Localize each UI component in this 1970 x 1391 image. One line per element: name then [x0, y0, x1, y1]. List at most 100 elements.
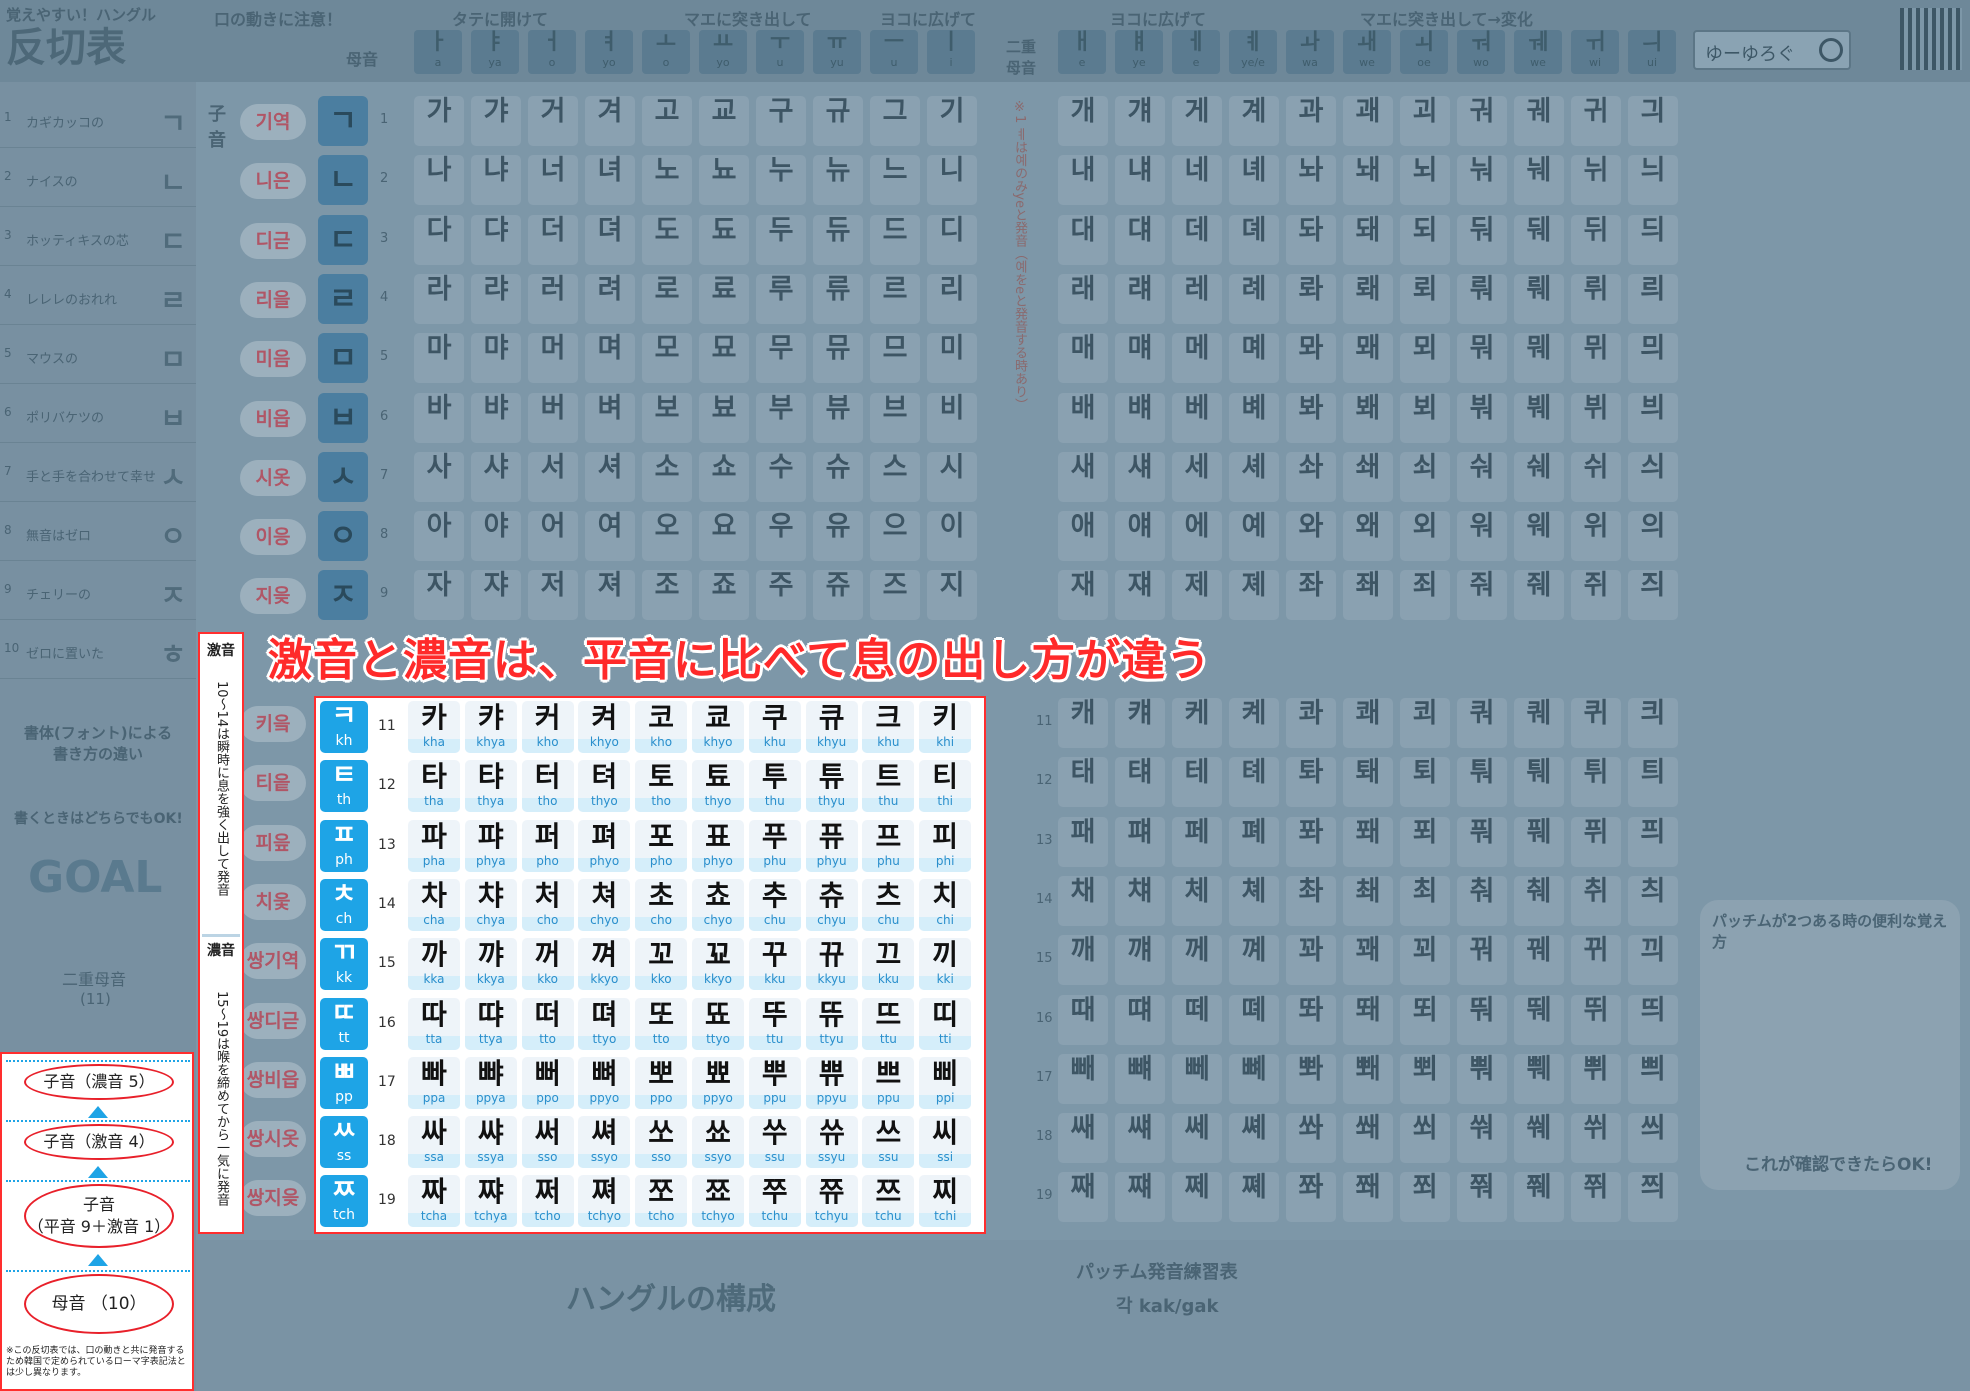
- syllable-cell: 셔: [585, 451, 635, 502]
- flow-step-heion: 子音 （平音 9＋激音 1）: [24, 1184, 174, 1248]
- syllable-cell: 뭬: [1514, 333, 1564, 384]
- syllable-cell: 위: [1571, 511, 1621, 562]
- vowel-header-21: ㅢ ui: [1628, 30, 1676, 74]
- syllable-cell: 조: [642, 570, 692, 621]
- syllable-cell: 뇨: [699, 155, 749, 206]
- syllable-glyph: 뛰: [1583, 994, 1609, 1026]
- syllable-glyph: 추: [761, 878, 788, 912]
- syllable-glyph: 둬: [1469, 214, 1495, 246]
- syllable-glyph: 줴: [1526, 570, 1552, 602]
- syllable-cell: 쁘 ppu: [862, 1056, 915, 1109]
- consonant-box: ㄴ: [318, 155, 368, 206]
- syllable-glyph: 퀴: [1583, 698, 1609, 729]
- left-row-mnemonic: ナイスの: [26, 175, 78, 190]
- consonant-glyph: ㅋ: [331, 701, 357, 732]
- syllable-cell: 베: [1172, 392, 1222, 443]
- syllable-roman: khyo: [703, 735, 733, 749]
- syllable-glyph: 쐐: [1355, 1113, 1381, 1145]
- syllable-cell: 매: [1058, 333, 1108, 384]
- syllable-cell: 뤄: [1457, 273, 1507, 324]
- vowel-roman: a: [434, 56, 442, 69]
- vowel-roman: e: [1078, 56, 1086, 69]
- consonant-badge: ㅃ pp: [320, 1056, 368, 1109]
- syllable-cell: 샤: [471, 451, 521, 502]
- vowel-header-18: ㅝ wo: [1457, 30, 1505, 74]
- syllable-cell: 네: [1172, 155, 1222, 206]
- gekion-text: 10〜14は瞬時に息を強く出して発音: [214, 681, 229, 897]
- row-number: 7: [380, 467, 389, 483]
- syllable-glyph: 풰: [1526, 816, 1552, 848]
- left-row-jamo: ㅈ: [160, 579, 186, 612]
- search-icon[interactable]: [1819, 38, 1843, 62]
- syllable-glyph: 뱨: [1127, 392, 1153, 424]
- row-number: 16: [378, 1014, 396, 1031]
- left-row: 10 ゼロに置いた ㅎ: [0, 621, 196, 679]
- syllable-glyph: 챼: [1127, 875, 1153, 907]
- syllable-cell: 쑤 ssu: [748, 1116, 801, 1169]
- syllable-cell: 줘: [1457, 570, 1507, 621]
- syllable-roman: tchyo: [587, 1209, 622, 1224]
- syllable-cell-right: 쌔: [1058, 1113, 1108, 1164]
- consonant-name: 미음: [240, 341, 306, 378]
- emphasis-caption: 激音と濃音は、平音に比べて息の出し方が違う: [268, 635, 1212, 686]
- syllable-roman: thyo: [704, 794, 732, 809]
- syllable-glyph: 례: [1241, 273, 1267, 305]
- search-box[interactable]: ゆーゆろぐ: [1693, 30, 1851, 70]
- syllable-glyph: 뛔: [1526, 994, 1552, 1026]
- syllable-cell: 뒤: [1571, 214, 1621, 265]
- syllable-roman: tta: [425, 1031, 443, 1046]
- consonant-glyph: ㅊ: [331, 878, 357, 910]
- row-number: 15: [378, 955, 396, 972]
- syllable-glyph: 쪄: [591, 1175, 618, 1209]
- left-row: 7 手と手を合わせて幸せㅅ: [0, 444, 196, 502]
- flow-step-vowel: 母音 （10）: [24, 1274, 174, 1334]
- syllable-glyph: 쿠: [761, 701, 788, 734]
- syllable-glyph: 빠: [421, 1056, 447, 1090]
- syllable-cell: 레: [1172, 273, 1222, 324]
- syllable-cell: 싸 ssa: [408, 1116, 460, 1169]
- syllable-cell: 와: [1286, 511, 1336, 562]
- syllable-glyph: 쁘: [875, 1056, 902, 1090]
- syllable-glyph: 펴: [591, 819, 618, 853]
- syllable-cell: 늬: [1628, 155, 1678, 206]
- batchim-title: パッチム発音練習表: [1076, 1262, 1238, 1283]
- syllable-glyph: 기: [939, 96, 965, 127]
- syllable-glyph: 얘: [1127, 511, 1153, 543]
- syllable-glyph: 꾸: [761, 938, 788, 972]
- syllable-glyph: 다: [426, 214, 452, 246]
- search-input[interactable]: ゆーゆろぐ: [1705, 40, 1795, 66]
- syllable-cell-right: 꽈: [1286, 935, 1336, 986]
- syllable-cell: 뉘: [1571, 155, 1621, 206]
- syllable-cell: 웨: [1514, 511, 1564, 562]
- left-row-jamo: ㅎ: [160, 638, 186, 671]
- syllable-glyph: 뫠: [1355, 333, 1381, 365]
- diphthong-step: 二重母音: [62, 970, 127, 989]
- syllable-cell: 죄: [1400, 570, 1450, 621]
- syllable-cell: 쉬: [1571, 451, 1621, 502]
- syllable-glyph: 놰: [1355, 155, 1381, 187]
- syllable-glyph: 뤼: [1583, 273, 1609, 305]
- syllable-glyph: 쭤: [1469, 1172, 1495, 1204]
- syllable-cell: 애: [1058, 511, 1108, 562]
- syllable-cell-right: 퓌: [1571, 816, 1621, 867]
- syllable-cell: 바: [414, 392, 464, 443]
- syllable-roman: chu: [877, 912, 900, 927]
- syllable-cell-right: 퉤: [1514, 757, 1564, 808]
- syllable-glyph: 퓌: [1583, 816, 1609, 848]
- syllable-cell: 꾜 kkyo: [692, 938, 744, 991]
- left-row: 8 無音はゼロ ㅇ: [0, 503, 196, 561]
- syllable-glyph: 과: [1298, 96, 1324, 127]
- syllable-glyph: 싀: [1640, 451, 1666, 483]
- syllable-glyph: 꽤: [1355, 935, 1381, 967]
- vowel-header-15: ㅘ wa: [1286, 30, 1334, 74]
- syllable-glyph: 쵀: [1355, 875, 1381, 907]
- syllable-roman: tchi: [934, 1209, 957, 1224]
- consonant-badge: ㅋ kh: [320, 701, 368, 753]
- syllable-glyph: 쀼: [818, 1056, 845, 1090]
- syllable-roman: ppo: [536, 1090, 559, 1105]
- syllable-cell: 몌: [1229, 333, 1279, 384]
- syllable-glyph: 쩌: [534, 1175, 561, 1209]
- syllable-glyph: 져: [597, 570, 623, 602]
- noon-title: 濃音: [207, 943, 235, 959]
- vowel-header-12: ㅒ ye: [1115, 30, 1163, 74]
